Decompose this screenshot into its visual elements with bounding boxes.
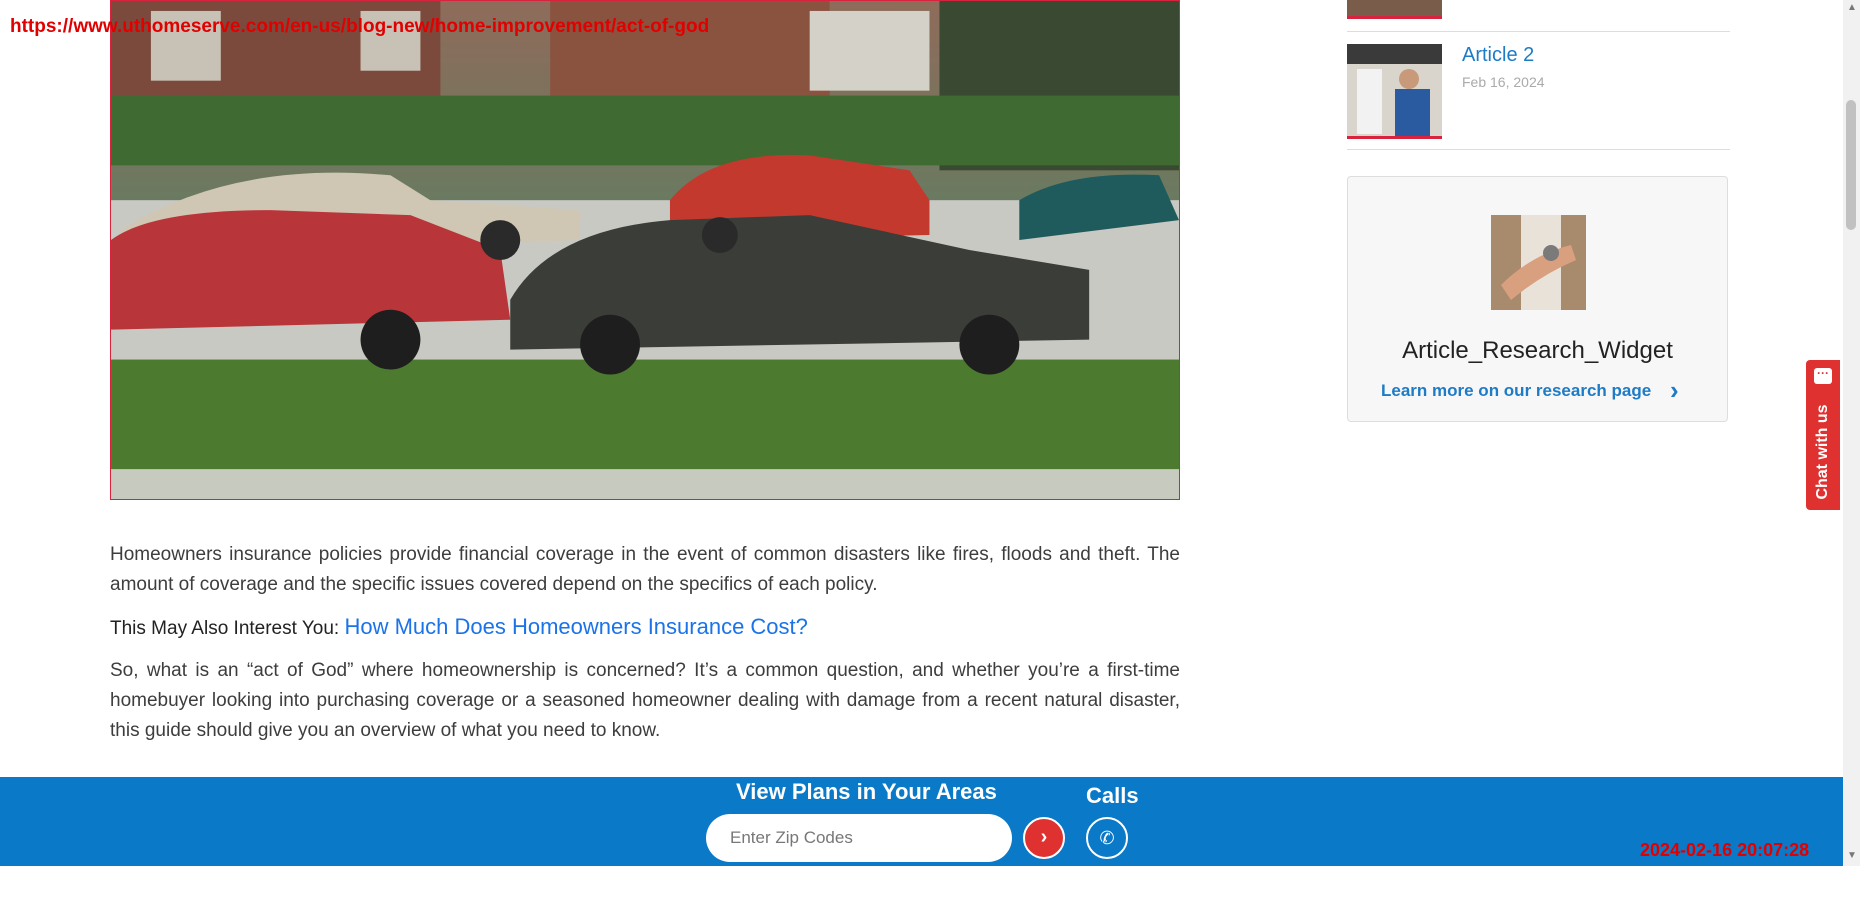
chat-with-us-button[interactable]: ··· Chat with us <box>1806 360 1840 510</box>
chat-bubble-icon: ··· <box>1814 367 1832 384</box>
url-overlay: https://www.uthomeserve.com/en-us/blog-n… <box>10 16 710 37</box>
article-paragraph-1: Homeowners insurance policies provide fi… <box>110 544 1180 595</box>
zip-submit-button[interactable]: › <box>1023 817 1065 859</box>
scroll-up-icon[interactable]: ▲ <box>1847 2 1857 13</box>
also-interest-link[interactable]: How Much Does Homeowners Insurance Cost? <box>344 614 807 639</box>
article-date: Feb 16, 2024 <box>1462 74 1545 90</box>
article-thumbnail-image <box>1347 44 1442 136</box>
article-title[interactable]: Article 2 <box>1462 44 1534 67</box>
article-paragraph-2: So, what is an “act of God” where homeow… <box>110 660 1180 741</box>
sidebar-article-card[interactable]: Article 2 Feb 16, 2024 <box>1347 44 1730 139</box>
widget-title: Article_Research_Widget <box>1402 337 1673 364</box>
divider <box>1347 31 1730 32</box>
also-interest-prefix: This May Also Interest You: <box>110 618 345 639</box>
also-interest: This May Also Interest You: How Much Doe… <box>110 612 1180 644</box>
hail-street-illustration <box>111 1 1179 499</box>
research-page-link[interactable]: Learn more on our research page <box>1381 381 1651 401</box>
phone-icon[interactable]: ✆ <box>1086 817 1128 859</box>
article-thumbnail[interactable] <box>1347 44 1442 139</box>
widget-image <box>1491 215 1586 310</box>
article-thumbnail-previous[interactable] <box>1347 0 1442 19</box>
hero-image <box>110 0 1180 500</box>
widget-illustration <box>1491 215 1586 310</box>
chevron-right-icon[interactable]: › <box>1670 375 1679 406</box>
calls-label: Calls <box>1086 783 1139 808</box>
scroll-thumb[interactable] <box>1846 100 1856 230</box>
chat-label: Chat with us <box>1814 404 1831 500</box>
article-body: Homeowners insurance policies provide fi… <box>110 540 1180 758</box>
scroll-down-icon[interactable]: ▼ <box>1847 850 1857 861</box>
timestamp: 2024-02-16 20:07:28 <box>1640 840 1810 860</box>
view-plans-bar: View Plans in Your Areas › Calls ✆ <box>0 777 1843 866</box>
scrollbar[interactable]: ▲ ▼ <box>1843 0 1860 866</box>
zip-code-input[interactable] <box>706 814 1012 862</box>
research-widget: Article_Research_Widget Learn more on ou… <box>1347 176 1728 422</box>
divider <box>1347 149 1730 150</box>
view-plans-title: View Plans in Your Areas <box>736 779 997 804</box>
